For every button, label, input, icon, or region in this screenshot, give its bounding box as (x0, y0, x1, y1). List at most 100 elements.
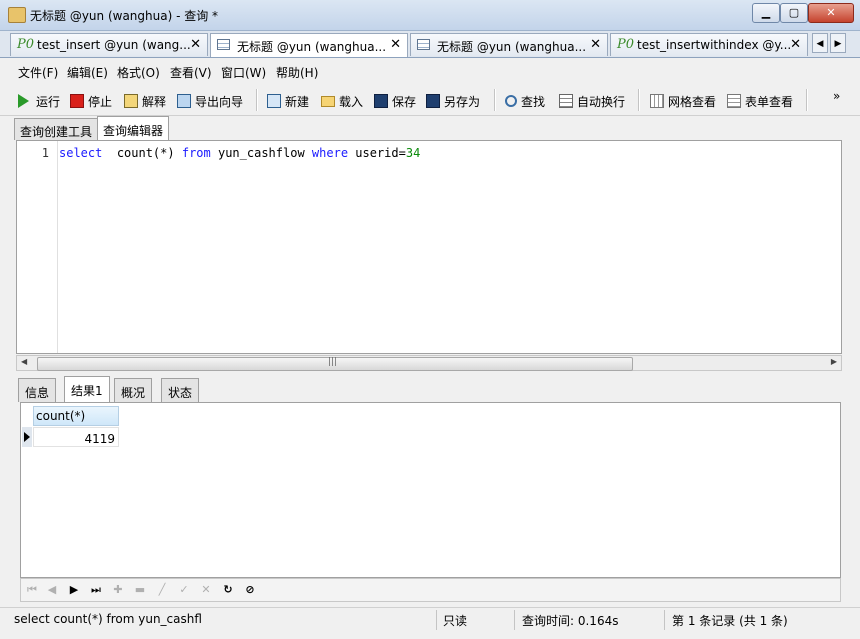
status-readonly: 只读 (443, 614, 468, 628)
procedure-icon: P0 (617, 37, 635, 52)
sql-keyword: where (311, 146, 349, 160)
menu-window[interactable]: 窗口(W) (221, 64, 266, 81)
stop-label: 停止 (88, 94, 113, 109)
toolbar-separator (638, 89, 640, 111)
doc-tab-test-insertwithindex[interactable]: P0 test_insertwithindex @y... ✕ (610, 33, 808, 56)
sql-code-line[interactable]: select count(*) from yun_cashflow where … (59, 146, 420, 160)
explain-button[interactable]: 解释 (124, 92, 166, 110)
grid-view-button[interactable]: 网格查看 (650, 92, 716, 110)
grip-icon: ||| (328, 357, 338, 367)
menu-format[interactable]: 格式(O) (117, 64, 160, 81)
doc-tab-test-insert[interactable]: P0 test_insert @yun (wang... ✕ (10, 33, 208, 56)
stop-button[interactable]: 停止 (70, 92, 112, 110)
word-wrap-button[interactable]: 自动换行 (559, 92, 625, 110)
tab-info[interactable]: 信息 (18, 378, 57, 402)
previous-record-icon[interactable]: ◀ (45, 583, 59, 596)
export-wizard-label: 导出向导 (195, 94, 244, 109)
menu-edit[interactable]: 编辑(E) (67, 64, 108, 81)
sql-keyword: from (181, 146, 211, 160)
add-record-icon[interactable]: ✚ (111, 583, 125, 596)
delete-record-icon[interactable]: ▬ (133, 583, 147, 596)
save-as-label: 另存为 (444, 94, 481, 109)
load-label: 载入 (339, 94, 364, 109)
export-wizard-button[interactable]: 导出向导 (177, 92, 243, 110)
run-label: 运行 (36, 94, 61, 109)
form-view-label: 表单查看 (745, 94, 794, 109)
new-label: 新建 (285, 94, 310, 109)
tab-overview[interactable]: 概况 (114, 378, 153, 402)
grid-icon (650, 94, 664, 108)
save-icon (374, 94, 388, 108)
save-button[interactable]: 保存 (374, 92, 416, 110)
overflow-icon: » (833, 89, 841, 103)
toolbar-overflow-button[interactable]: » (833, 87, 840, 105)
toolbar-separator (494, 89, 496, 111)
column-header[interactable]: count(*) (33, 406, 119, 426)
sql-editor[interactable]: 1 select count(*) from yun_cashflow wher… (16, 140, 842, 354)
result-cell[interactable]: 4119 (33, 427, 119, 447)
apply-changes-icon[interactable]: ✓ (177, 583, 191, 596)
tab-query-builder[interactable]: 查询创建工具 (14, 118, 99, 140)
row-selector[interactable] (22, 427, 32, 447)
close-tab-icon[interactable]: ✕ (790, 37, 801, 52)
last-record-icon[interactable]: ⏭ (89, 583, 103, 597)
tab-query-editor[interactable]: 查询编辑器 (97, 116, 170, 140)
app-icon (8, 7, 26, 23)
query-icon (417, 39, 430, 50)
doc-tab-label: 无标题 @yun (wanghua... (237, 40, 387, 54)
close-button[interactable]: ✕ (808, 3, 854, 23)
editor-horizontal-scrollbar[interactable]: ◀ ||| ▶ (16, 355, 842, 371)
run-button[interactable]: 运行 (18, 92, 60, 110)
next-record-icon[interactable]: ▶ (67, 583, 81, 596)
status-sql-preview: select count(*) from yun_cashfl (14, 612, 202, 626)
refresh-icon[interactable]: ↻ (221, 583, 235, 596)
doc-tab-label: test_insert @yun (wang... (37, 38, 191, 52)
menu-bar: 文件(F) 编辑(E) 格式(O) 查看(V) 窗口(W) 帮助(H) (0, 58, 860, 84)
form-view-button[interactable]: 表单查看 (727, 92, 793, 110)
export-icon (177, 94, 191, 108)
save-label: 保存 (392, 94, 417, 109)
doc-tab-untitled-2[interactable]: 无标题 @yun (wanghua... ✕ (410, 33, 608, 56)
menu-help[interactable]: 帮助(H) (276, 64, 318, 81)
new-icon (267, 94, 281, 108)
record-navigator: ⏮ ◀ ▶ ⏭ ✚ ▬ ╱ ✓ ✕ ↻ ⊘ (20, 578, 841, 602)
find-button[interactable]: 查找 (505, 92, 545, 110)
find-label: 查找 (521, 94, 546, 109)
close-tab-icon[interactable]: ✕ (390, 37, 401, 52)
current-row-icon (24, 432, 30, 442)
tab-result-1[interactable]: 结果1 (64, 376, 110, 403)
menu-view[interactable]: 查看(V) (170, 64, 212, 81)
tab-scroll-left-icon[interactable]: ◀ (812, 33, 828, 53)
status-bar: select count(*) from yun_cashfl 只读 查询时间:… (0, 607, 860, 639)
result-tabs: 信息 结果1 概况 状态 (0, 376, 860, 403)
toolbar-separator (256, 89, 258, 111)
doc-tab-untitled-1[interactable]: 无标题 @yun (wanghua... ✕ (210, 33, 408, 57)
edit-record-icon[interactable]: ╱ (155, 583, 169, 596)
run-icon (18, 94, 29, 108)
first-record-icon[interactable]: ⏮ (25, 583, 39, 597)
folder-icon (321, 95, 335, 107)
doc-tab-label: 无标题 @yun (wanghua... (437, 40, 587, 54)
stop-icon (70, 94, 84, 108)
scroll-right-icon[interactable]: ▶ (831, 357, 837, 366)
stop-icon[interactable]: ⊘ (243, 583, 257, 596)
search-icon (505, 95, 517, 107)
menu-file[interactable]: 文件(F) (18, 64, 58, 81)
status-separator (664, 610, 665, 630)
scroll-left-icon[interactable]: ◀ (21, 357, 27, 366)
close-tab-icon[interactable]: ✕ (590, 37, 601, 52)
explain-icon (124, 94, 138, 108)
tab-scroll-right-icon[interactable]: ▶ (830, 33, 846, 53)
status-query-time: 查询时间: 0.164s (522, 614, 619, 628)
load-button[interactable]: 载入 (321, 92, 363, 110)
tab-status[interactable]: 状态 (161, 378, 200, 402)
new-button[interactable]: 新建 (267, 92, 309, 110)
minimize-button[interactable]: ▁ (752, 3, 780, 23)
status-record-count: 第 1 条记录 (共 1 条) (672, 614, 788, 628)
discard-changes-icon[interactable]: ✕ (199, 583, 213, 596)
save-as-button[interactable]: 另存为 (426, 92, 480, 110)
close-tab-icon[interactable]: ✕ (190, 37, 201, 52)
maximize-button[interactable]: ▢ (780, 3, 808, 23)
scrollbar-thumb[interactable]: ||| (37, 357, 633, 371)
result-grid: count(*) 4119 (20, 402, 841, 578)
